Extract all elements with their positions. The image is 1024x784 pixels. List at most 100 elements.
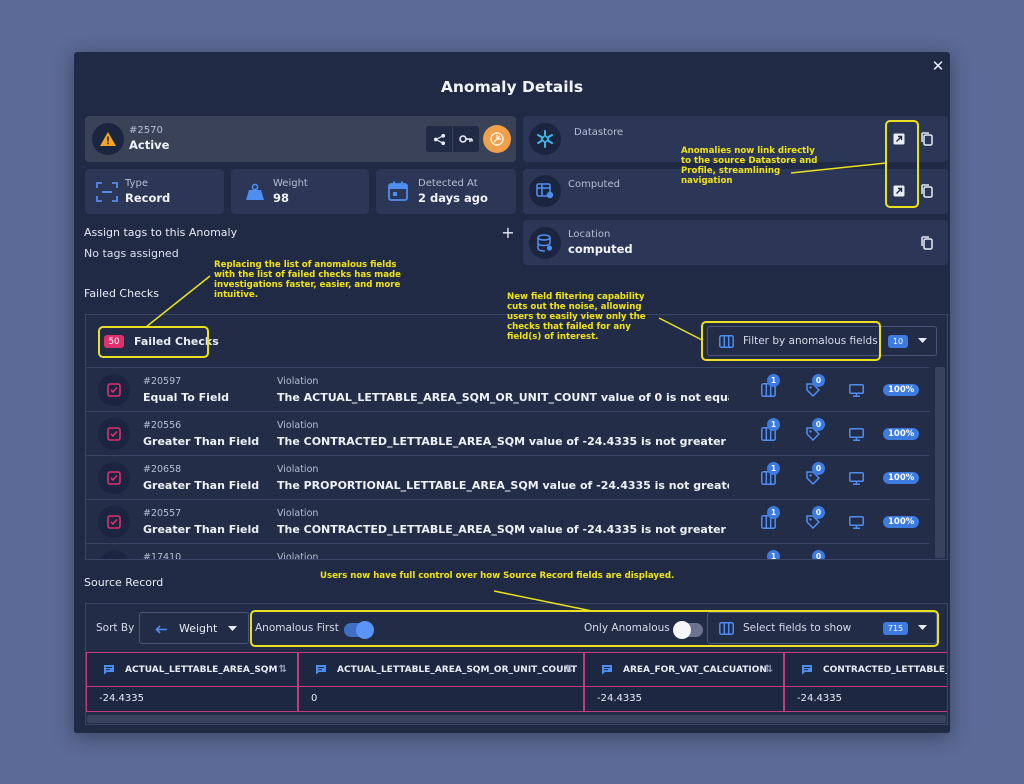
violation-label: Violation: [277, 552, 319, 559]
violation-text: The CONTRACTED_LETTABLE_AREA_SQM value o…: [277, 435, 729, 448]
field-count-badge: 1: [767, 506, 780, 519]
sort-select[interactable]: Weight: [139, 612, 249, 644]
detected-label: Detected At: [418, 178, 478, 189]
tag-count-badge: 0: [812, 506, 825, 519]
copy-icon[interactable]: [917, 182, 937, 200]
type-card: Type Record: [85, 169, 224, 214]
failed-checks-section-title: Failed Checks: [84, 287, 159, 300]
tag-count-badge: 0: [812, 550, 825, 559]
failed-checks-scrollbar[interactable]: [935, 367, 945, 558]
datastore-label: Datastore: [574, 127, 624, 138]
note-filter: New field filtering capability cuts out …: [507, 292, 646, 342]
monitor-icon[interactable]: [849, 426, 864, 445]
highlight-source-controls: [250, 610, 939, 647]
monitor-icon[interactable]: [849, 470, 864, 489]
tags-title: Assign tags to this Anomaly: [84, 226, 238, 239]
type-label: Type: [125, 178, 148, 189]
check-icon: [98, 418, 130, 450]
status-card: #2570 Active: [85, 116, 516, 162]
check-name: Greater Than Field: [143, 523, 260, 536]
column-header[interactable]: CONTRACTED_LETTABLE_AREA_: [784, 652, 947, 686]
check-id: #17410: [143, 552, 182, 559]
check-name: Greater Than Field: [143, 435, 260, 448]
check-icon: [98, 506, 130, 538]
column-value: -24.4335: [784, 686, 947, 712]
failed-check-row[interactable]: #20658 Greater Than Field Violation The PRO…: [86, 455, 930, 499]
assignee-avatar[interactable]: [483, 125, 511, 153]
filter-count-badge: 10: [888, 335, 908, 348]
tag-count-badge: 0: [812, 418, 825, 431]
type-value: Record: [125, 191, 171, 205]
horizontal-scrollbar[interactable]: [87, 715, 946, 723]
warning-icon: [92, 123, 124, 155]
weight-label: Weight: [273, 178, 308, 189]
add-tag-button[interactable]: +: [501, 223, 515, 242]
field-comment-icon: [315, 664, 327, 675]
sort-by-label: Sort By: [96, 622, 135, 634]
modal-title: Anomaly Details: [440, 78, 584, 96]
field-count-badge: 1: [767, 462, 780, 475]
close-icon[interactable]: ✕: [930, 58, 946, 74]
sort-icon[interactable]: ⇅: [565, 664, 573, 675]
check-icon: [98, 374, 130, 406]
violation-label: Violation: [277, 464, 319, 475]
highlight-link-buttons: [885, 120, 919, 208]
weight-value: 98: [273, 191, 290, 205]
check-id: #20658: [143, 464, 182, 475]
monitor-icon[interactable]: [849, 382, 864, 401]
failed-check-row[interactable]: #17410 Violation 1 0: [86, 543, 930, 559]
anomaly-status: Active: [129, 138, 170, 152]
field-comment-icon: [103, 664, 115, 675]
detected-value: 2 days ago: [418, 191, 488, 205]
column-value: -24.4335: [584, 686, 784, 712]
monitor-icon[interactable]: [849, 558, 864, 559]
copy-icon[interactable]: [917, 234, 937, 252]
anomaly-id: #2570: [129, 125, 163, 136]
computed-label: Computed: [568, 179, 620, 190]
check-id: #20556: [143, 420, 182, 431]
column-header[interactable]: ACTUAL_LETTABLE_AREA_SQM ⇅: [86, 652, 298, 686]
column-value: -24.4335: [86, 686, 298, 712]
column-name: ACTUAL_LETTABLE_AREA_SQM_OR_UNIT_COUNT: [337, 664, 578, 675]
anomaly-details-modal: ✕ Anomaly Details #2570 Active Type Reco…: [74, 52, 950, 733]
check-id: #20597: [143, 376, 182, 387]
coverage-badge: 100%: [883, 472, 920, 484]
location-card: Location computed: [523, 220, 948, 265]
column-value: 0: [298, 686, 584, 712]
sort-icon[interactable]: ⇅: [765, 664, 773, 675]
field-count-badge: 1: [767, 418, 780, 431]
detected-card: Detected At 2 days ago: [376, 169, 516, 214]
failed-check-row[interactable]: #20557 Greater Than Field Violation The CON…: [86, 499, 930, 543]
check-icon: [98, 462, 130, 494]
location-value: computed: [568, 242, 633, 256]
share-icon[interactable]: [426, 126, 452, 152]
check-icon: [98, 550, 130, 559]
calendar-icon: [386, 179, 410, 203]
field-count-badge: 1: [767, 550, 780, 559]
violation-text: The CONTRACTED_LETTABLE_AREA_SQM value o…: [277, 523, 729, 536]
monitor-icon[interactable]: [849, 514, 864, 533]
violation-label: Violation: [277, 508, 319, 519]
tag-count-badge: 0: [812, 462, 825, 475]
sort-value: Weight: [179, 622, 218, 635]
failed-check-row[interactable]: #20597 Equal To Field Violation The ACTUAL_…: [86, 367, 930, 411]
failed-check-row[interactable]: #20556 Greater Than Field Violation The CON…: [86, 411, 930, 455]
tags-empty: No tags assigned: [84, 247, 179, 260]
coverage-badge: 100%: [883, 428, 920, 440]
key-icon[interactable]: [453, 126, 479, 152]
check-name: Equal To Field: [143, 391, 230, 404]
coverage-badge: 100%: [883, 384, 920, 396]
column-header[interactable]: AREA_FOR_VAT_CALCUATION ⇅: [584, 652, 784, 686]
violation-label: Violation: [277, 376, 319, 387]
arrow-left-icon: [154, 623, 168, 635]
copy-icon[interactable]: [917, 130, 937, 148]
highlight-failed-checks: [98, 326, 209, 358]
computed-table-icon: [529, 175, 561, 207]
weight-card: Weight 98: [231, 169, 369, 214]
violation-label: Violation: [277, 420, 319, 431]
column-header[interactable]: ACTUAL_LETTABLE_AREA_SQM_OR_UNIT_COUNT ⇅: [298, 652, 584, 686]
weight-icon: [243, 180, 267, 204]
violation-text: The ACTUAL_LETTABLE_AREA_SQM_OR_UNIT_COU…: [277, 391, 729, 404]
sort-icon[interactable]: ⇅: [279, 664, 287, 675]
column-name: AREA_FOR_VAT_CALCUATION: [623, 664, 767, 675]
